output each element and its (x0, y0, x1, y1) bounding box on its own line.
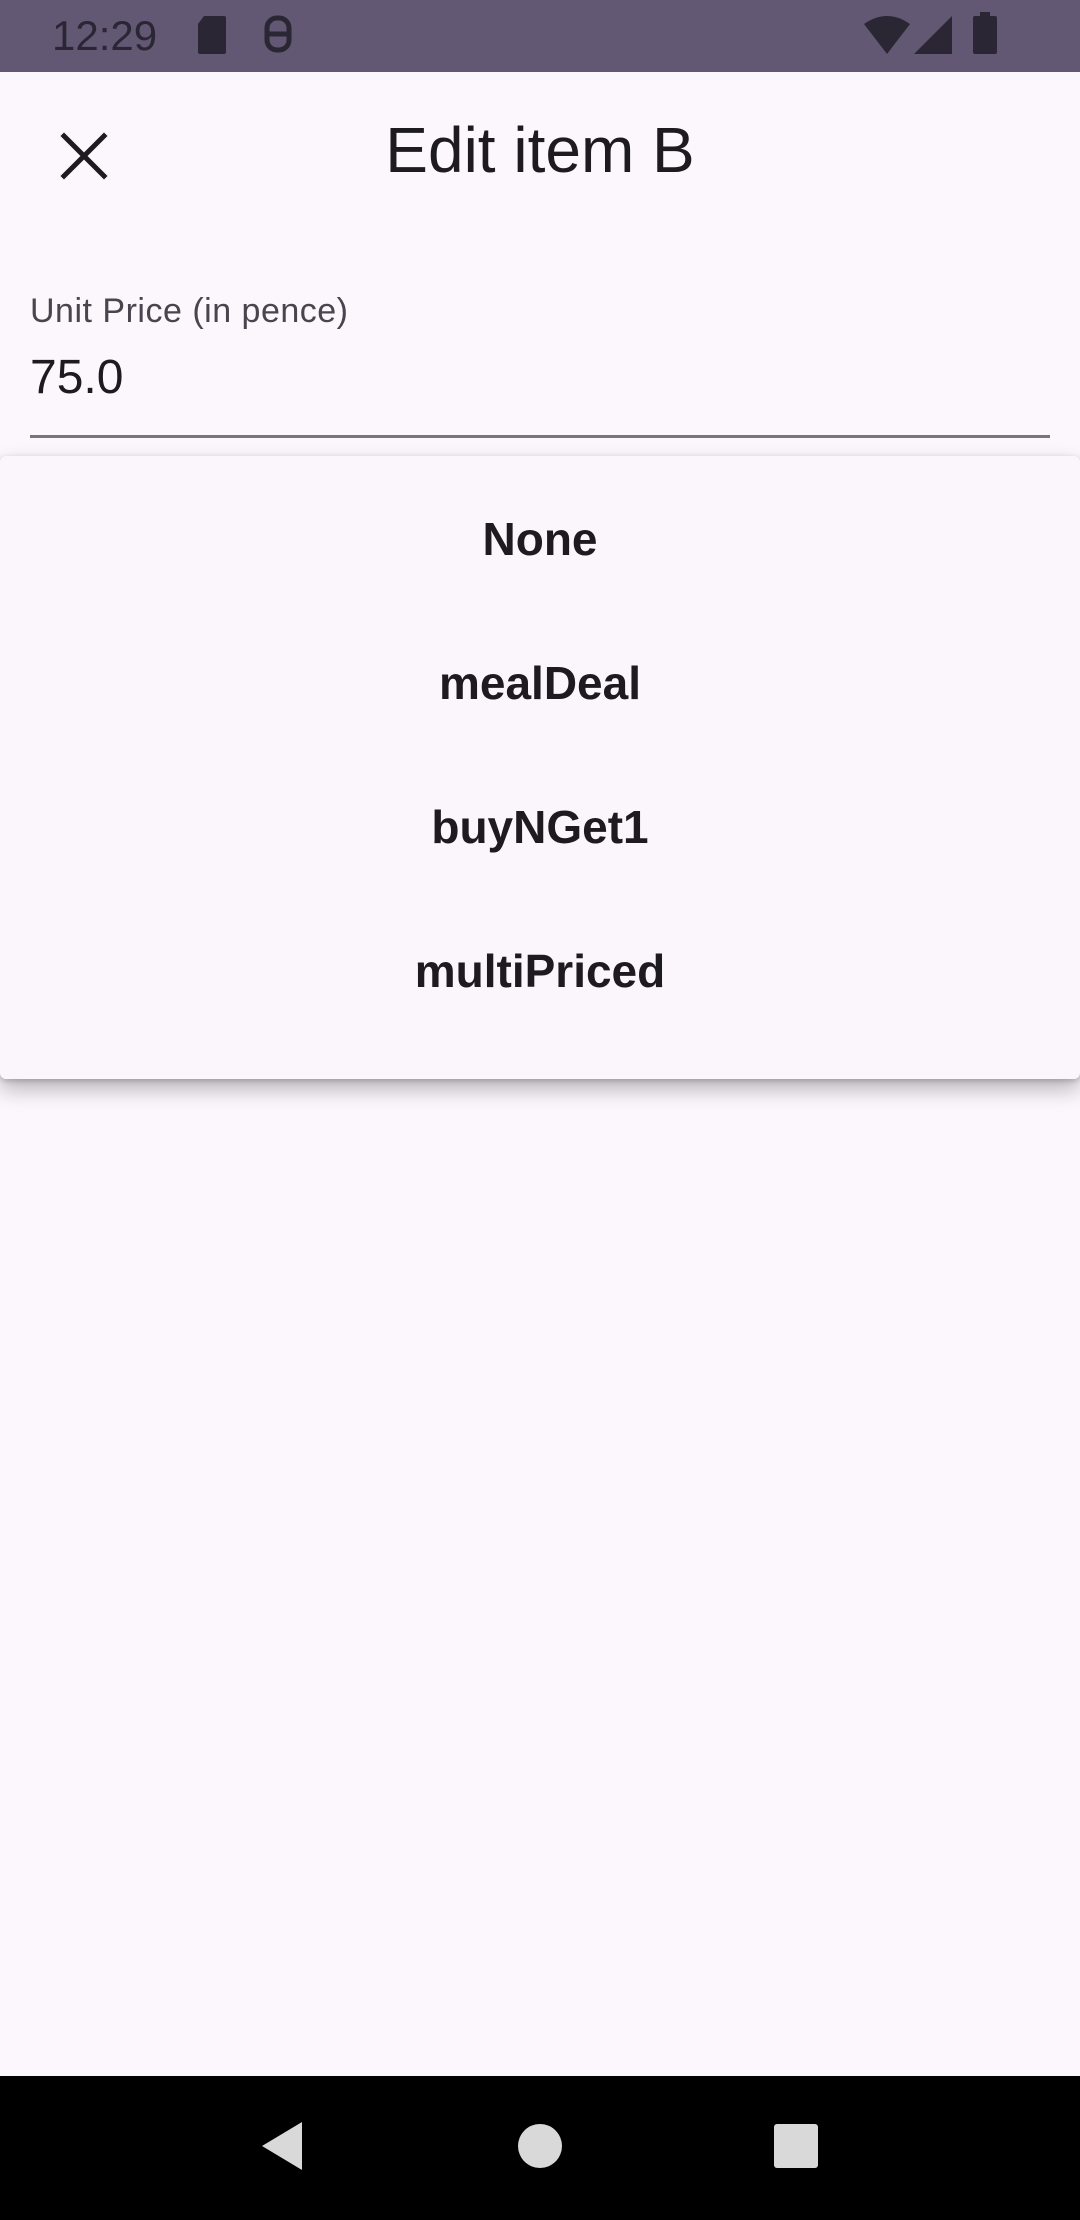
notification-icon (262, 14, 294, 61)
app-bar: Edit item B (0, 72, 1080, 240)
back-icon (258, 2120, 306, 2177)
wifi-icon (864, 16, 910, 59)
system-nav-bar (0, 2076, 1080, 2220)
unit-price-input[interactable] (30, 348, 1050, 408)
menu-item-mealdeal[interactable]: mealDeal (0, 611, 1080, 755)
unit-price-field[interactable]: Unit Price (in pence) (30, 280, 1050, 440)
field-underline (30, 435, 1050, 438)
home-icon (517, 2123, 563, 2174)
home-button[interactable] (504, 2112, 576, 2184)
page-title: Edit item B (385, 114, 695, 186)
recents-button[interactable] (760, 2112, 832, 2184)
menu-item-none[interactable]: None (0, 467, 1080, 611)
recents-icon (773, 2123, 819, 2174)
menu-item-multipriced[interactable]: multiPriced (0, 899, 1080, 1043)
discount-type-dropdown-menu: None mealDeal buyNGet1 multiPriced (0, 456, 1080, 1079)
cellular-signal-icon (914, 16, 952, 59)
unit-price-label: Unit Price (in pence) (30, 292, 349, 330)
back-button[interactable] (246, 2112, 318, 2184)
sd-card-icon (196, 14, 228, 61)
status-time: 12:29 (52, 12, 158, 59)
status-bar: 12:29 (0, 0, 1080, 72)
menu-item-buyngets1[interactable]: buyNGet1 (0, 755, 1080, 899)
battery-icon (972, 12, 998, 59)
